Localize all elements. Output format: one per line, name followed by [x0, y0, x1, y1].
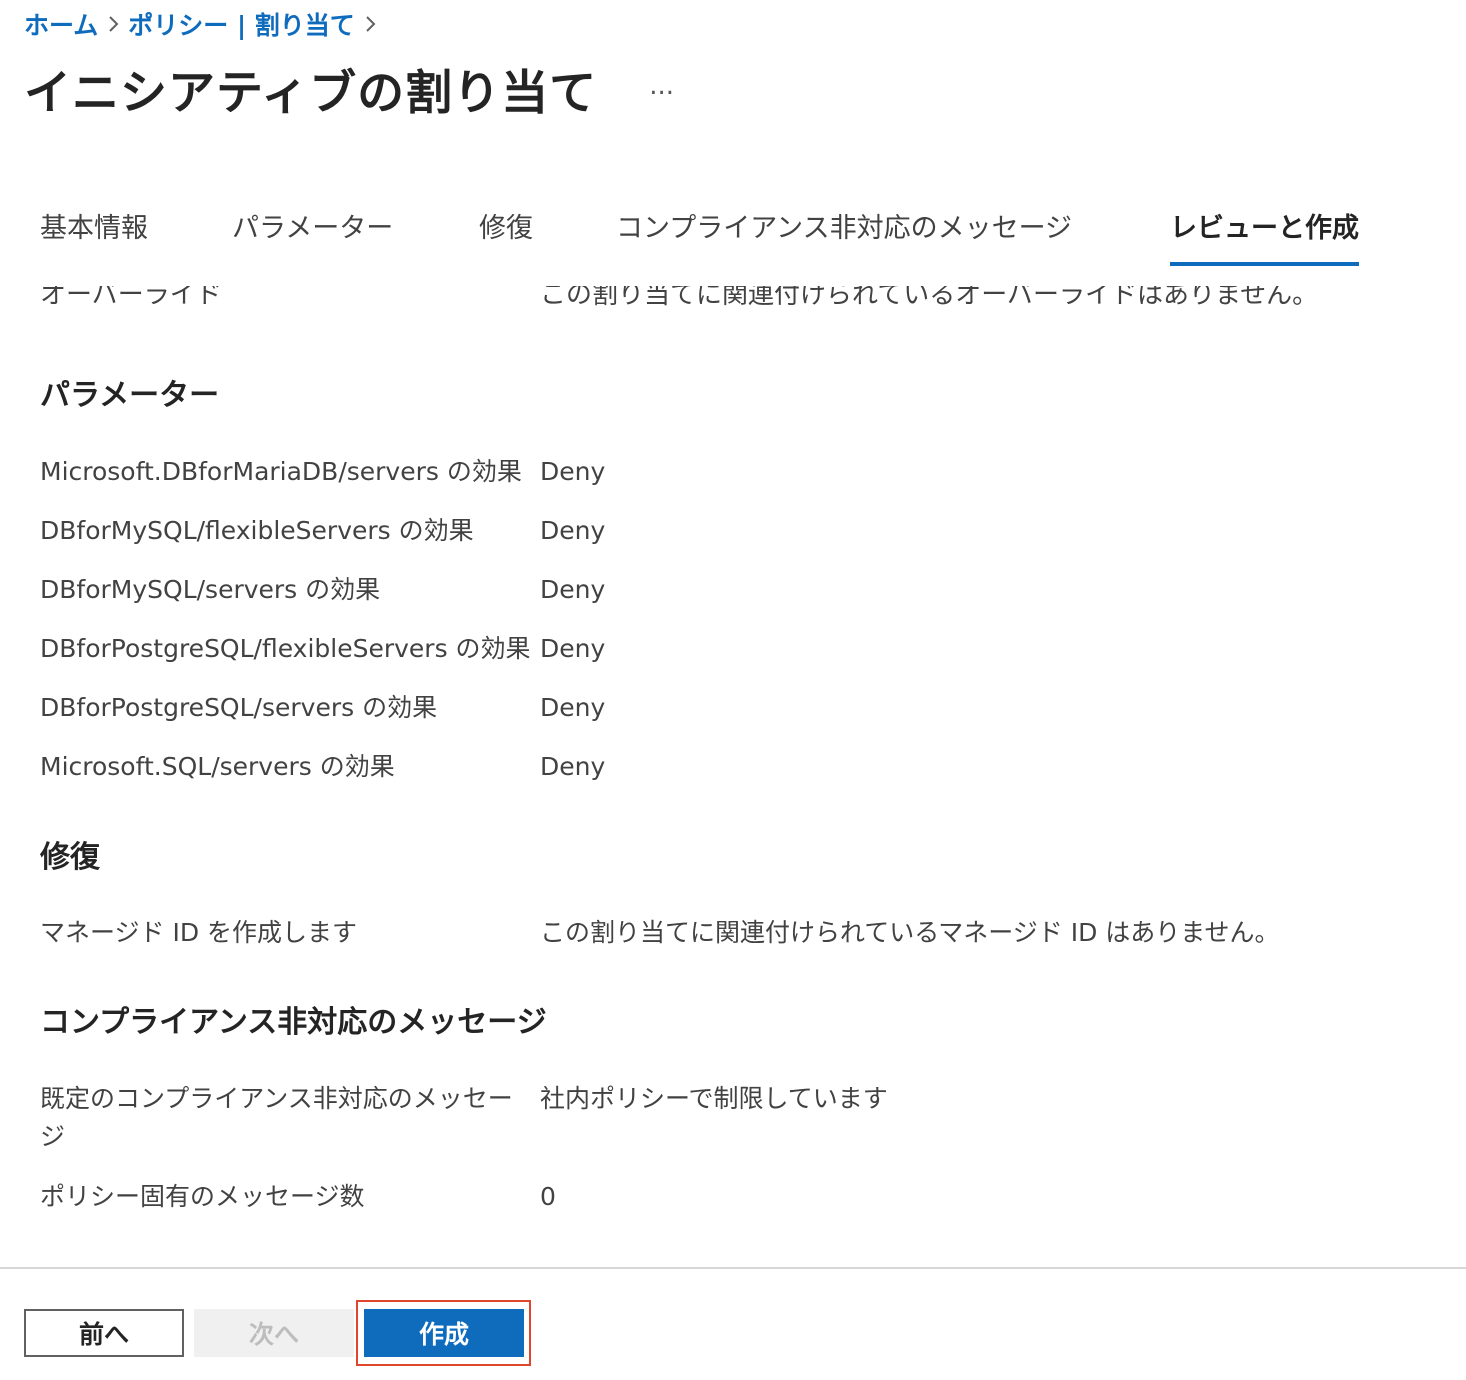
title-row: イニシアティブの割り当て ... [24, 58, 680, 121]
tab-parameters[interactable]: パラメーター [232, 200, 393, 262]
row-value: Deny [540, 634, 606, 663]
review-content[interactable]: オーバーライド この割り当てに関連付けられているオーバーライドはありません。 パ… [0, 286, 1466, 1266]
row-key: オーバーライド [40, 286, 222, 308]
chevron-right-icon [355, 15, 385, 33]
row-key: DBforPostgreSQL/flexibleServers の効果 [40, 634, 531, 663]
row-key: DBforPostgreSQL/servers の効果 [40, 693, 438, 722]
row-value: この割り当てに関連付けられているマネージド ID はありません。 [540, 918, 1280, 947]
section-title-remediation: 修復 [40, 840, 100, 875]
tab-noncompliance-messages[interactable]: コンプライアンス非対応のメッセージ [616, 200, 1072, 262]
section-title-parameters: パラメーター [40, 378, 220, 413]
row-value: 0 [540, 1182, 556, 1211]
row-value: Deny [540, 752, 606, 781]
page-title: イニシアティブの割り当て [24, 65, 598, 121]
section-title-noncompliance: コンプライアンス非対応のメッセージ [40, 1005, 547, 1040]
more-options-button[interactable]: ... [643, 73, 680, 99]
row-value: この割り当てに関連付けられているオーバーライドはありません。 [540, 286, 1319, 308]
breadcrumb: ホーム ポリシー | 割り当て [24, 6, 385, 42]
row-key: DBforMySQL/flexibleServers の効果 [40, 516, 474, 545]
breadcrumb-policy-assignments[interactable]: ポリシー | 割り当て [128, 6, 355, 42]
row-key: Microsoft.DBforMariaDB/servers の効果 [40, 457, 522, 486]
row-value: Deny [540, 575, 606, 604]
tab-review-create[interactable]: レビューと作成 [1170, 200, 1359, 266]
row-key: マネージド ID を作成します [40, 918, 358, 947]
next-button[interactable]: 次へ [194, 1309, 354, 1357]
row-value: 社内ポリシーで制限しています [540, 1084, 888, 1113]
row-key: Microsoft.SQL/servers の効果 [40, 752, 395, 781]
previous-button[interactable]: 前へ [24, 1309, 184, 1357]
chevron-right-icon [98, 15, 128, 33]
tab-basics[interactable]: 基本情報 [40, 200, 148, 262]
row-key: ポリシー固有のメッセージ数 [40, 1182, 365, 1211]
footer-divider [0, 1267, 1466, 1269]
tab-remediation[interactable]: 修復 [479, 200, 533, 262]
create-button[interactable]: 作成 [364, 1309, 524, 1357]
row-key: 既定のコンプライアンス非対応のメッセージ [40, 1084, 513, 1151]
row-key: DBforMySQL/servers の効果 [40, 575, 381, 604]
breadcrumb-home[interactable]: ホーム [24, 6, 98, 42]
row-value: Deny [540, 457, 606, 486]
overrides-row: オーバーライド この割り当てに関連付けられているオーバーライドはありません。 [40, 286, 1340, 308]
row-value: Deny [540, 693, 606, 722]
row-value: Deny [540, 516, 606, 545]
